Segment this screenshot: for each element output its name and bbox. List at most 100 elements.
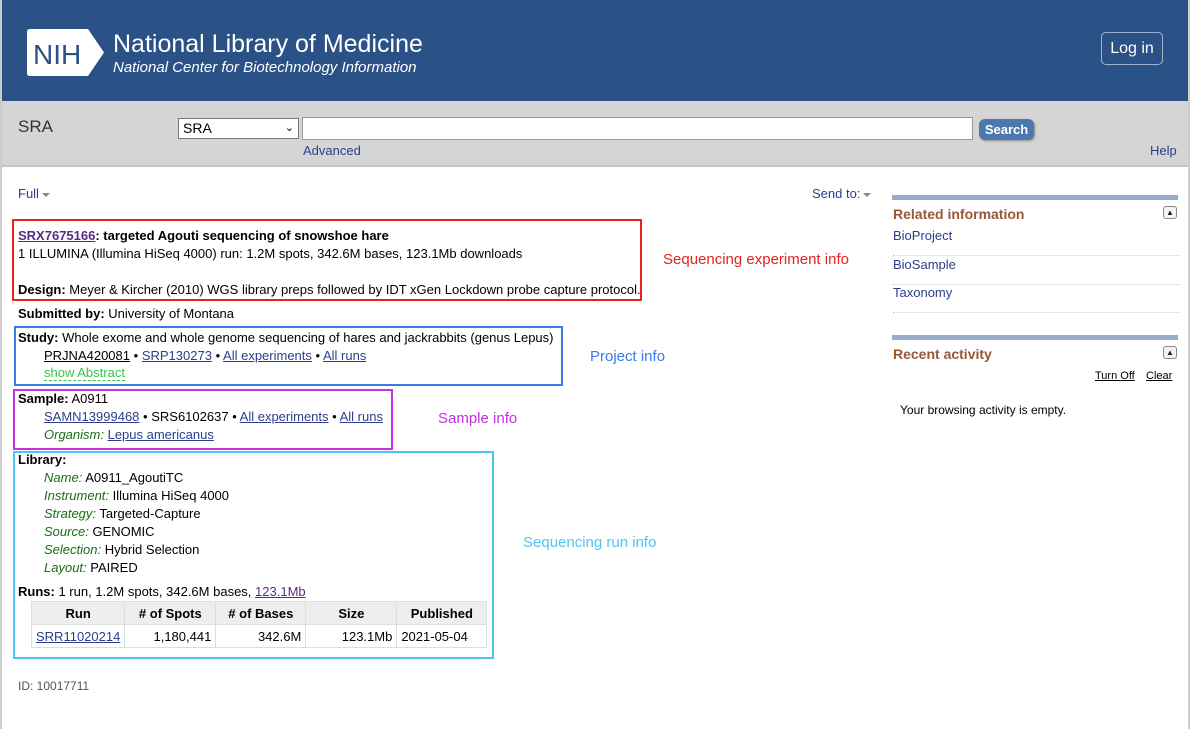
show-abstract-toggle[interactable]: show Abstract — [44, 366, 125, 381]
related-biosample-link[interactable]: BioSample — [893, 257, 1179, 285]
database-name: SRA — [18, 117, 53, 136]
run-annotation-label: Sequencing run info — [523, 534, 657, 551]
related-taxonomy-link[interactable]: Taxonomy — [893, 285, 1179, 313]
recent-activity-bar — [892, 335, 1178, 340]
study-all-runs-link[interactable]: All runs — [323, 348, 366, 363]
separator: • — [232, 409, 237, 424]
library-label: Library: — [18, 452, 67, 467]
sample-annotation-label: Sample info — [438, 410, 518, 427]
biosample-link[interactable]: SAMN13999468 — [44, 409, 139, 424]
submitted-by: Submitted by: University of Montana — [18, 306, 234, 321]
library-field-key: Name: — [44, 470, 83, 485]
library-field-key: Strategy: — [44, 506, 97, 521]
library-field: Source: GENOMIC — [44, 524, 155, 539]
separator: • — [315, 348, 321, 363]
study-title: Whole exome and whole genome sequencing … — [62, 330, 554, 345]
library-field: Name: A0911_AgoutiTC — [44, 470, 183, 485]
turn-off-link[interactable]: Turn Off — [1095, 370, 1135, 382]
organism-link[interactable]: Lepus americanus — [108, 427, 214, 442]
collapse-recent-button[interactable]: ▲ — [1163, 346, 1177, 359]
library-field-value: Illumina HiSeq 4000 — [112, 488, 230, 503]
svg-text:NIH: NIH — [33, 39, 81, 70]
sample-links: SAMN13999468 • SRS6102637 • All experime… — [44, 409, 383, 424]
separator: • — [215, 348, 221, 363]
nih-logo[interactable]: NIH — [26, 28, 106, 77]
separator: • — [332, 409, 337, 424]
srp-link[interactable]: SRP130273 — [142, 348, 212, 363]
clear-link[interactable]: Clear — [1146, 370, 1172, 382]
search-input[interactable] — [302, 117, 973, 140]
sample-all-experiments-link[interactable]: All experiments — [240, 409, 329, 424]
organism-label: Organism: — [44, 427, 104, 442]
library-field-value: GENOMIC — [92, 524, 155, 539]
organism: Organism: Lepus americanus — [44, 427, 214, 442]
advanced-link[interactable]: Advanced — [303, 143, 361, 158]
site-title[interactable]: National Library of Medicine — [113, 30, 423, 59]
related-info-bar — [892, 195, 1178, 200]
search-button[interactable]: Search — [979, 119, 1034, 140]
experiment-annotation-label: Sequencing experiment info — [663, 251, 849, 268]
related-info-title: Related information — [893, 206, 1025, 222]
site-subtitle: National Center for Biotechnology Inform… — [113, 59, 417, 76]
help-link[interactable]: Help — [1150, 143, 1177, 158]
published-cell: 2021-05-04 — [396, 624, 488, 648]
library-field-key: Layout: — [44, 560, 87, 575]
size-cell: 123.1Mb — [305, 624, 398, 648]
recent-activity-empty: Your browsing activity is empty. — [900, 403, 1067, 417]
library-field: Strategy: Targeted-Capture — [44, 506, 201, 521]
format-menu[interactable]: Full — [18, 186, 50, 201]
send-to-label: Send to: — [812, 186, 861, 201]
design-text: Meyer & Kircher (2010) WGS library preps… — [69, 282, 641, 297]
collapse-related-button[interactable]: ▲ — [1163, 206, 1177, 219]
library-field: Layout: PAIRED — [44, 560, 138, 575]
submitter: University of Montana — [108, 306, 235, 321]
sample-all-runs-link[interactable]: All runs — [340, 409, 383, 424]
format-label: Full — [18, 186, 39, 201]
table-row: SRR11020214 1,180,441 342.6M 123.1Mb 202… — [30, 624, 488, 648]
runs-label: Runs: — [18, 584, 55, 599]
experiment-summary: 1 ILLUMINA (Illumina HiSeq 4000) run: 1.… — [18, 246, 523, 261]
runs-size-link[interactable]: 123.1Mb — [255, 584, 306, 599]
search-bar: SRA SRA ⌄ Search Advanced Help — [2, 101, 1188, 167]
separator: • — [133, 348, 139, 363]
database-selected: SRA — [183, 120, 212, 136]
column-header: Run — [30, 601, 126, 625]
project-annotation-label: Project info — [590, 348, 666, 365]
study: Study: Whole exome and whole genome sequ… — [18, 330, 554, 345]
column-header: Size — [305, 601, 398, 625]
sample-name: A0911 — [71, 391, 109, 406]
runs-summary-text: 1 run, 1.2M spots, 342.6M bases, — [58, 584, 252, 599]
login-button[interactable]: Log in — [1101, 32, 1163, 65]
related-bioproject-link[interactable]: BioProject — [893, 228, 1179, 256]
runs-summary: Runs: 1 run, 1.2M spots, 342.6M bases, 1… — [18, 584, 306, 599]
library-field-key: Source: — [44, 524, 89, 539]
caret-down-icon — [41, 192, 50, 197]
experiment-title-text: : targeted Agouti sequencing of snowshoe… — [95, 228, 389, 243]
srs-id: SRS6102637 — [151, 409, 229, 424]
column-header: Published — [396, 601, 488, 625]
database-select[interactable]: SRA ⌄ — [178, 118, 299, 139]
library-field-key: Selection: — [44, 542, 102, 557]
send-to-menu[interactable]: Send to: — [812, 186, 872, 201]
submitted-label: Submitted by: — [18, 306, 105, 321]
record-id: ID: 10017711 — [18, 679, 90, 693]
study-links: PRJNA420081 • SRP130273 • All experiment… — [44, 348, 366, 363]
library-field: Instrument: Illumina HiSeq 4000 — [44, 488, 229, 503]
column-header: # of Spots — [124, 601, 217, 625]
recent-activity-title: Recent activity — [893, 346, 992, 362]
design: Design: Meyer & Kircher (2010) WGS libra… — [18, 282, 641, 297]
library-field-key: Instrument: — [44, 488, 110, 503]
bioproject-link[interactable]: PRJNA420081 — [44, 348, 130, 363]
chevron-down-icon: ⌄ — [284, 122, 294, 134]
study-all-experiments-link[interactable]: All experiments — [223, 348, 312, 363]
spots-cell: 1,180,441 — [124, 624, 217, 648]
library-field-value: PAIRED — [90, 560, 138, 575]
sample: Sample: A0911 — [18, 391, 108, 406]
column-header: # of Bases — [215, 601, 307, 625]
run-link[interactable]: SRR11020214 — [36, 629, 120, 644]
library-field-value: Hybrid Selection — [104, 542, 200, 557]
sample-label: Sample: — [18, 391, 69, 406]
experiment-accession-link[interactable]: SRX7675166 — [18, 228, 95, 243]
separator: • — [143, 409, 148, 424]
ncbi-header: NIH National Library of Medicine Nationa… — [2, 0, 1188, 101]
